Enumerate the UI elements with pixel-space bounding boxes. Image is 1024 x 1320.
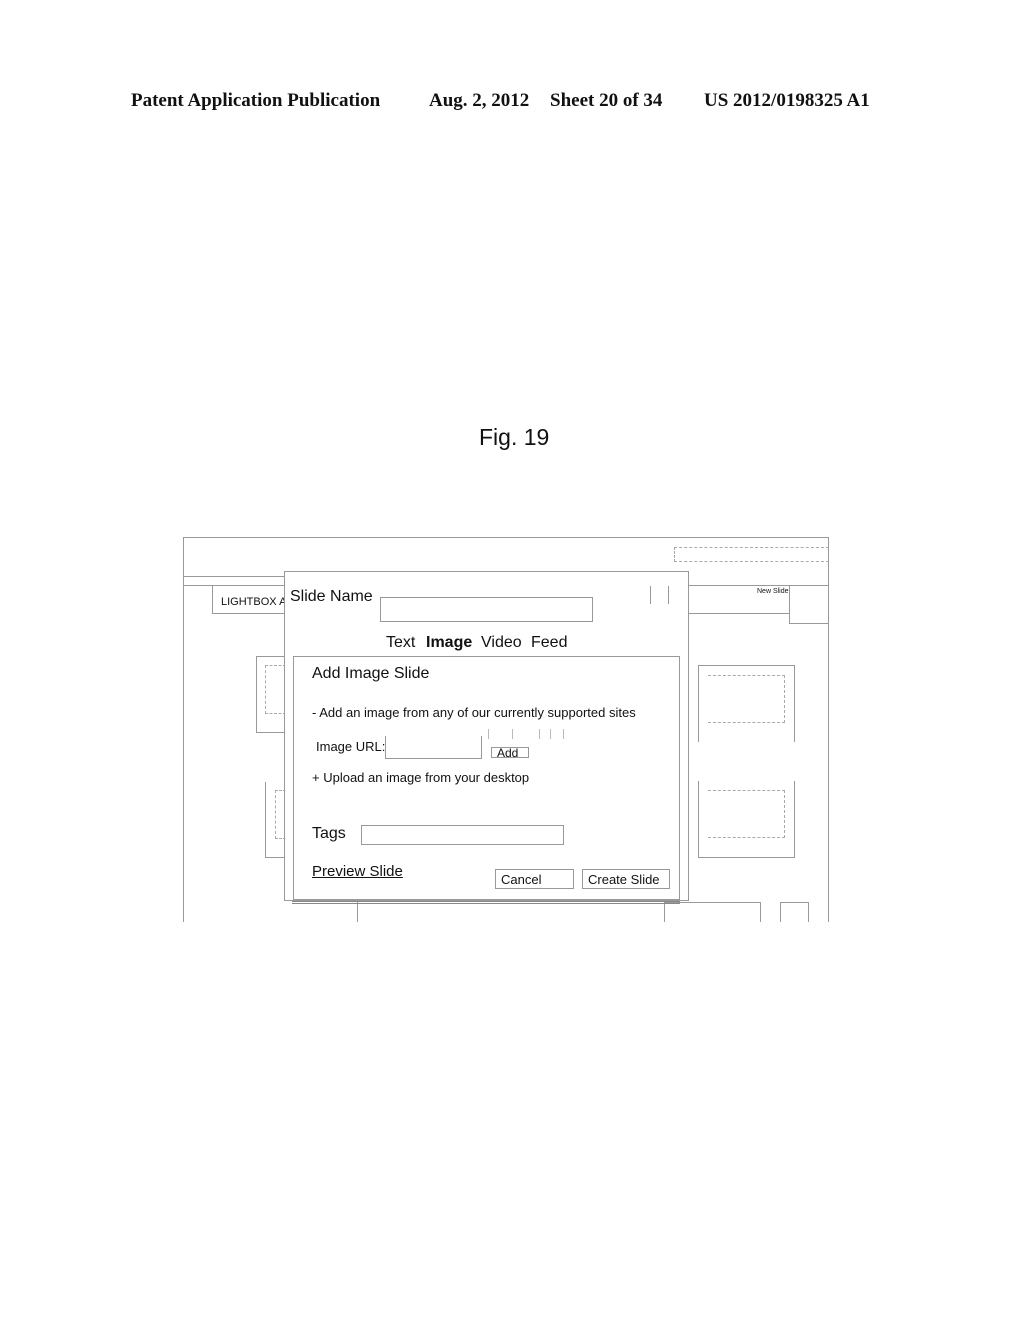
sheet-number: Sheet 20 of 34 (550, 90, 663, 111)
dialog-shadow (292, 901, 680, 904)
lightbox-tab-label: LIGHTBOX A (221, 596, 287, 608)
lightbox-tab[interactable]: LIGHTBOX A (212, 585, 286, 614)
slide-name-label: Slide Name (290, 588, 373, 605)
dialog-control-2[interactable] (668, 586, 669, 604)
preview-slide-link[interactable]: Preview Slide (312, 863, 403, 880)
window-left-border (183, 537, 184, 922)
supported-sites-text: - Add an image from any of our currently… (312, 705, 636, 720)
slide-thumbnail-1-inner (265, 665, 286, 714)
bottom-strip-right (760, 902, 761, 922)
slide-thumbnail-2-left (265, 782, 266, 858)
site-icon-3[interactable] (539, 729, 540, 739)
upload-from-desktop-link[interactable]: + Upload an image from your desktop (312, 770, 529, 785)
create-slide-button[interactable]: Create Slide (582, 869, 670, 889)
site-icon-4[interactable] (550, 729, 551, 739)
tab-feed[interactable]: Feed (531, 634, 567, 652)
tags-input[interactable] (361, 825, 564, 845)
bottom-strip-button[interactable] (780, 902, 809, 922)
image-url-input[interactable] (385, 736, 482, 759)
tab-video[interactable]: Video (481, 634, 522, 652)
site-icon-1[interactable] (488, 729, 489, 739)
new-slide-label: New Slide (757, 588, 789, 595)
new-slide-button[interactable] (789, 585, 829, 624)
cancel-button[interactable]: Cancel (495, 869, 574, 889)
slide-thumbnail-2-bottom (265, 857, 286, 858)
publication-date: Aug. 2, 2012 (429, 90, 530, 111)
bottom-strip-mid (664, 902, 665, 922)
panel-title: Add Image Slide (312, 665, 430, 682)
image-url-label: Image URL: (316, 739, 386, 754)
figure-label: Fig. 19 (479, 424, 550, 450)
tab-image[interactable]: Image (426, 634, 472, 652)
toolbar-bottom-right (688, 613, 790, 614)
tab-text[interactable]: Text (386, 634, 415, 652)
tags-label: Tags (312, 825, 346, 842)
toolbar-divider-left (183, 576, 285, 577)
site-icon-5[interactable] (563, 729, 564, 739)
patent-number: US 2012/0198325 A1 (704, 90, 870, 111)
slide-thumbnail-3-inner (708, 675, 785, 723)
bottom-strip-left (357, 902, 358, 922)
slide-thumbnail-4-inner (708, 790, 785, 838)
publication-title: Patent Application Publication (131, 90, 381, 111)
add-button[interactable]: Add (491, 747, 529, 759)
window-top-border (183, 537, 829, 538)
site-icon-2[interactable] (512, 729, 513, 739)
search-field[interactable] (674, 547, 829, 562)
dialog-control-1[interactable] (650, 586, 651, 604)
slide-name-input[interactable] (380, 597, 593, 622)
